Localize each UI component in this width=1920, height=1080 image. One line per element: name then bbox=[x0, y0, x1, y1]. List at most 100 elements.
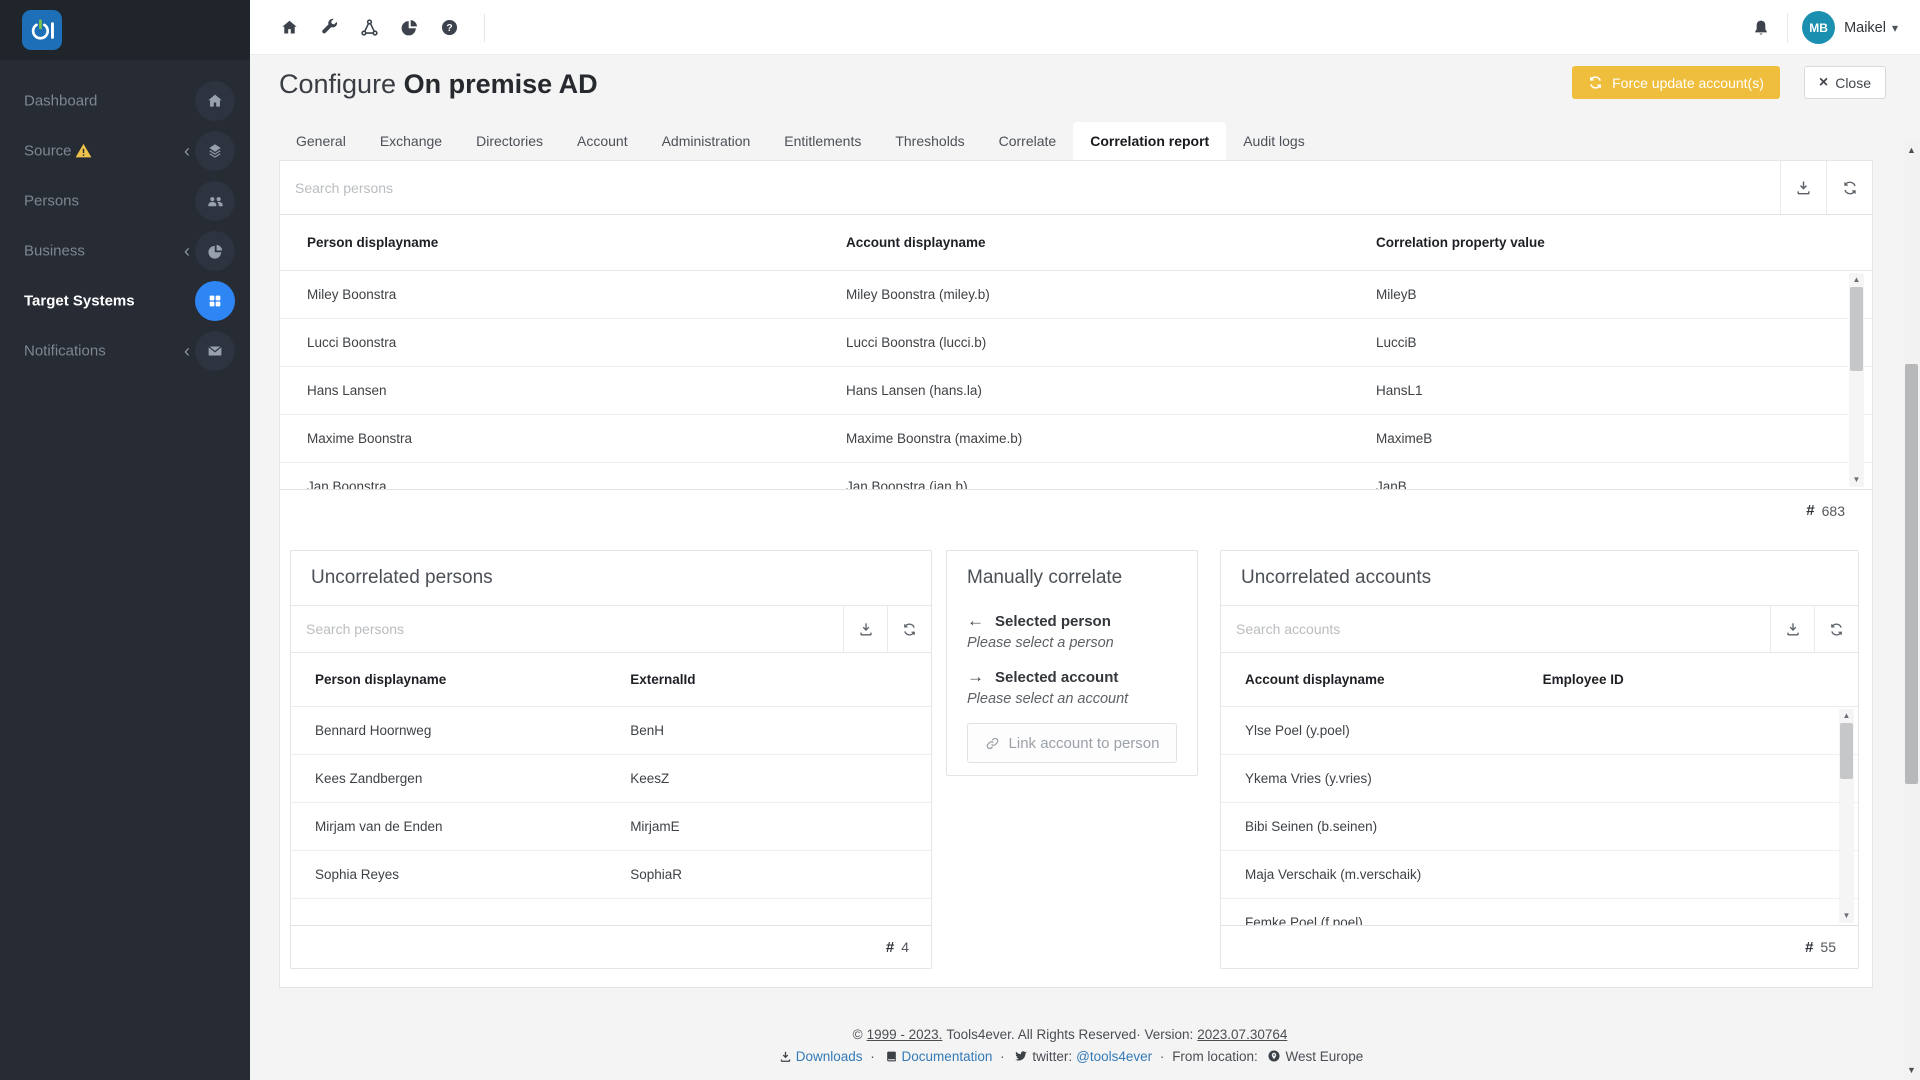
search-accounts-input[interactable] bbox=[1221, 606, 1770, 652]
chevron-left-icon[interactable]: ‹ bbox=[184, 142, 190, 160]
sidebar: Dashboard Source ‹ Persons Business ‹ bbox=[0, 0, 250, 1080]
close-button[interactable]: × Close bbox=[1804, 66, 1886, 99]
refresh-icon[interactable] bbox=[1826, 161, 1872, 214]
force-update-button[interactable]: Force update account(s) bbox=[1572, 66, 1780, 99]
tab-account[interactable]: Account bbox=[560, 122, 645, 160]
card-title: Manually correlate bbox=[947, 551, 1197, 605]
selected-account-row: → Selected account bbox=[967, 667, 1177, 687]
selected-person-label: Selected person bbox=[995, 613, 1111, 630]
column-header: Person displayname bbox=[291, 672, 630, 687]
download-icon[interactable] bbox=[843, 606, 887, 652]
table-row-clipped[interactable]: Femke Poel (f.poel) bbox=[1221, 899, 1858, 925]
table-row[interactable]: Miley Boonstra Miley Boonstra (miley.b) … bbox=[280, 271, 1872, 319]
accounts-table-body: Ylse Poel (y.poel) Ykema Vries (y.vries)… bbox=[1221, 707, 1858, 925]
page-title-target: On premise AD bbox=[404, 69, 598, 99]
help-icon[interactable]: ? bbox=[440, 18, 459, 37]
table-row[interactable]: Maxime Boonstra Maxime Boonstra (maxime.… bbox=[280, 415, 1872, 463]
correlated-count: 683 bbox=[1822, 503, 1845, 519]
search-persons-input[interactable] bbox=[280, 161, 1780, 214]
warning-icon bbox=[74, 142, 93, 161]
avatar[interactable]: MB bbox=[1802, 11, 1835, 44]
users-icon[interactable] bbox=[195, 181, 235, 221]
link-account-to-person-button[interactable]: Link account to person bbox=[967, 723, 1177, 763]
page-title-prefix: Configure bbox=[279, 69, 396, 99]
chevron-left-icon[interactable]: ‹ bbox=[184, 342, 190, 360]
selected-account-label: Selected account bbox=[995, 669, 1118, 686]
accounts-scrollbar[interactable]: ▲ ▼ bbox=[1839, 709, 1854, 923]
chevron-left-icon[interactable]: ‹ bbox=[184, 242, 190, 260]
refresh-icon[interactable] bbox=[887, 606, 931, 652]
scrollbar-thumb[interactable] bbox=[1840, 723, 1853, 779]
table-row[interactable]: Ykema Vries (y.vries) bbox=[1221, 755, 1858, 803]
tab-thresholds[interactable]: Thresholds bbox=[878, 122, 981, 160]
cell-account: Ylse Poel (y.poel) bbox=[1221, 723, 1543, 738]
tab-general[interactable]: General bbox=[279, 122, 363, 160]
link-icon bbox=[985, 736, 1000, 751]
table-row[interactable]: Lucci Boonstra Lucci Boonstra (lucci.b) … bbox=[280, 319, 1872, 367]
footer: ©1999 - 2023.Tools4ever. All Rights Rese… bbox=[250, 1024, 1890, 1068]
scroll-up-icon[interactable]: ▲ bbox=[1849, 275, 1864, 285]
card-title: Uncorrelated accounts bbox=[1221, 551, 1858, 605]
sidebar-item-business[interactable]: Business ‹ bbox=[0, 226, 250, 276]
sidebar-item-source[interactable]: Source ‹ bbox=[0, 126, 250, 176]
home-icon[interactable] bbox=[280, 18, 299, 37]
copyright-years-link[interactable]: 1999 - 2023. bbox=[867, 1027, 943, 1042]
table-row[interactable]: Bennard Hoornweg BenH bbox=[291, 707, 931, 755]
envelope-icon[interactable] bbox=[195, 331, 235, 371]
table-row[interactable]: Mirjam van de Enden MirjamE bbox=[291, 803, 931, 851]
home-icon[interactable] bbox=[195, 81, 235, 121]
table-row[interactable]: Kees Zandbergen KeesZ bbox=[291, 755, 931, 803]
sidebar-item-dashboard[interactable]: Dashboard bbox=[0, 76, 250, 126]
tab-entitlements[interactable]: Entitlements bbox=[767, 122, 878, 160]
download-icon[interactable] bbox=[1780, 161, 1826, 214]
location-text: West Europe bbox=[1285, 1049, 1363, 1064]
layers-icon[interactable] bbox=[195, 131, 235, 171]
refresh-icon[interactable] bbox=[1814, 606, 1858, 652]
pie-chart-icon[interactable] bbox=[195, 231, 235, 271]
sitemap-icon[interactable] bbox=[360, 18, 379, 37]
caret-down-icon[interactable]: ▾ bbox=[1892, 21, 1898, 35]
download-icon[interactable] bbox=[1770, 606, 1814, 652]
sidebar-item-notifications[interactable]: Notifications ‹ bbox=[0, 326, 250, 376]
manually-correlate-body: ← Selected person Please select a person… bbox=[947, 605, 1197, 783]
table-row-clipped[interactable]: Jan Boonstra Jan Boonstra (jan.b) JanB bbox=[280, 463, 1872, 489]
scroll-down-icon[interactable]: ▼ bbox=[1849, 475, 1864, 485]
table-scrollbar[interactable]: ▲ ▼ bbox=[1849, 273, 1864, 487]
tab-correlation-report[interactable]: Correlation report bbox=[1073, 122, 1226, 160]
app-logo[interactable] bbox=[22, 10, 62, 50]
tab-audit-logs[interactable]: Audit logs bbox=[1226, 122, 1321, 160]
scroll-up-icon[interactable]: ▲ bbox=[1903, 144, 1920, 156]
scroll-down-icon[interactable]: ▼ bbox=[1903, 1064, 1920, 1076]
documentation-link[interactable]: Documentation bbox=[902, 1049, 993, 1064]
from-location-text: From location: bbox=[1172, 1049, 1258, 1064]
table-row[interactable]: Sophia Reyes SophiaR bbox=[291, 851, 931, 899]
tab-administration[interactable]: Administration bbox=[645, 122, 768, 160]
scrollbar-thumb[interactable] bbox=[1905, 364, 1918, 784]
scroll-up-icon[interactable]: ▲ bbox=[1839, 711, 1854, 721]
table-row[interactable]: Bibi Seinen (b.seinen) bbox=[1221, 803, 1858, 851]
scrollbar-thumb[interactable] bbox=[1850, 287, 1863, 371]
wrench-icon[interactable] bbox=[320, 18, 339, 37]
table-row[interactable]: Maja Verschaik (m.verschaik) bbox=[1221, 851, 1858, 899]
scroll-down-icon[interactable]: ▼ bbox=[1839, 911, 1854, 921]
table-row[interactable]: Ylse Poel (y.poel) bbox=[1221, 707, 1858, 755]
twitter-handle-link[interactable]: @tools4ever bbox=[1076, 1049, 1152, 1064]
tab-directories[interactable]: Directories bbox=[459, 122, 560, 160]
user-menu[interactable]: Maikel bbox=[1844, 20, 1886, 36]
grid-icon[interactable] bbox=[195, 281, 235, 321]
pie-chart-icon[interactable] bbox=[400, 18, 419, 37]
downloads-link[interactable]: Downloads bbox=[796, 1049, 863, 1064]
column-header: Employee ID bbox=[1543, 672, 1858, 687]
correlated-search-row bbox=[280, 161, 1872, 215]
sidebar-item-persons[interactable]: Persons bbox=[0, 176, 250, 226]
card-title: Uncorrelated persons bbox=[291, 551, 931, 605]
tab-correlate[interactable]: Correlate bbox=[982, 122, 1074, 160]
search-persons-input[interactable] bbox=[291, 606, 843, 652]
column-header: Person displayname bbox=[280, 235, 846, 250]
page-scrollbar[interactable]: ▲ ▼ bbox=[1903, 140, 1920, 1080]
table-row[interactable]: Hans Lansen Hans Lansen (hans.la) HansL1 bbox=[280, 367, 1872, 415]
bell-icon[interactable] bbox=[1751, 18, 1771, 38]
tab-exchange[interactable]: Exchange bbox=[363, 122, 459, 160]
sidebar-item-target-systems[interactable]: Target Systems bbox=[0, 276, 250, 326]
version-link[interactable]: 2023.07.30764 bbox=[1197, 1027, 1287, 1042]
